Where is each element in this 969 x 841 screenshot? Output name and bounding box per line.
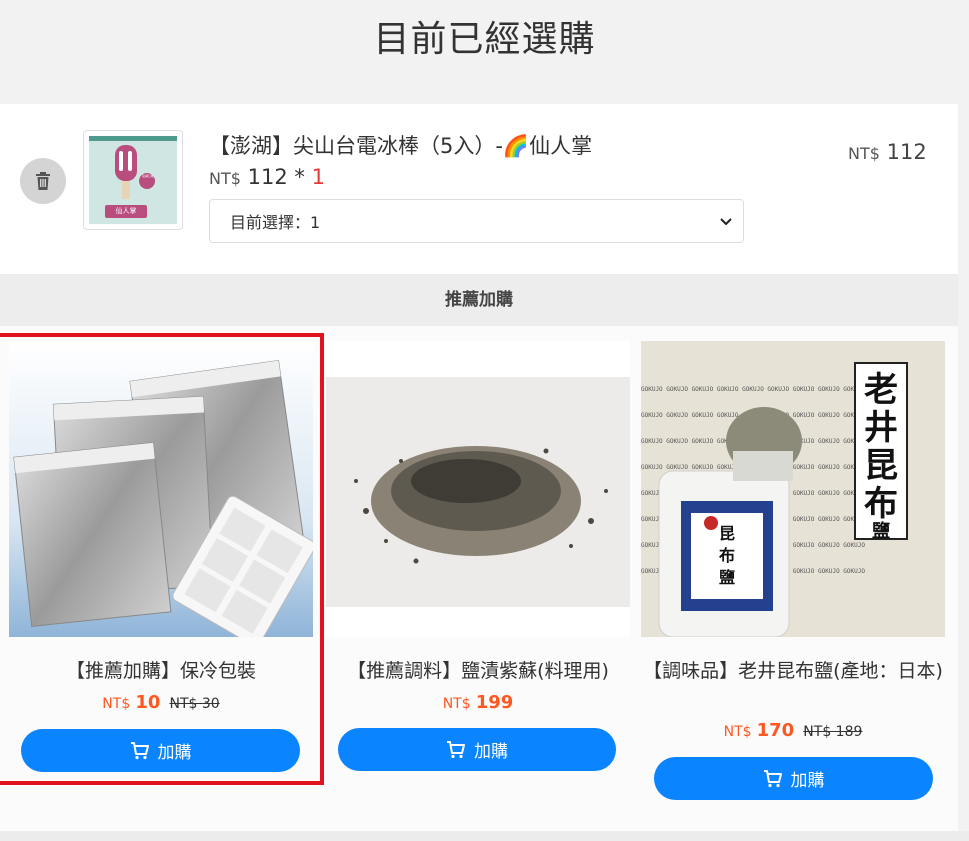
price-value: 170 bbox=[756, 720, 795, 741]
page-title: 目前已經選購 bbox=[373, 19, 596, 60]
price-value: 199 bbox=[475, 692, 514, 713]
svg-text:井: 井 bbox=[864, 408, 898, 448]
add-to-cart-label: 加購 bbox=[790, 771, 825, 791]
thumb-badge: 澎湖口味 bbox=[141, 174, 154, 178]
thumb-label: 仙人掌 bbox=[105, 205, 147, 218]
svg-text:布: 布 bbox=[719, 546, 735, 565]
price-currency: NT$ bbox=[102, 696, 131, 712]
total-currency: NT$ bbox=[848, 144, 880, 163]
original-price: NT$ 189 bbox=[803, 724, 863, 740]
svg-text:昆: 昆 bbox=[864, 446, 898, 486]
svg-text:鹽: 鹽 bbox=[872, 520, 890, 542]
unit-price: 112 bbox=[247, 165, 288, 189]
svg-text:鹽: 鹽 bbox=[719, 568, 735, 587]
product-price: NT$ 199 bbox=[326, 692, 630, 713]
add-to-cart-button[interactable]: 加購 bbox=[21, 729, 300, 772]
product-image[interactable] bbox=[326, 341, 630, 637]
add-to-cart-label: 加購 bbox=[474, 742, 508, 762]
svg-text:昆: 昆 bbox=[719, 524, 735, 543]
add-to-cart-button[interactable]: 加購 bbox=[338, 728, 616, 771]
product-image[interactable]: GOKUJO GOKUJO GOKUJO GOKUJO GOKUJO GOKUJ… bbox=[641, 341, 945, 637]
trash-icon bbox=[36, 172, 50, 190]
product-price: NT$ 170 NT$ 189 bbox=[641, 720, 945, 741]
quantity-select-value: 目前選擇：1 bbox=[230, 213, 321, 232]
price-currency: NT$ bbox=[442, 696, 471, 712]
cart-item-price-line: NT$ 112 * 1 bbox=[209, 165, 325, 189]
recommend-header: 推薦加購 bbox=[0, 274, 958, 326]
cart-item-thumbnail[interactable]: 仙人掌 澎湖口味 bbox=[83, 130, 183, 230]
delete-button[interactable] bbox=[20, 158, 66, 204]
quantity-select[interactable]: 目前選擇：1 bbox=[209, 199, 744, 243]
add-to-cart-button[interactable]: 加購 bbox=[654, 757, 933, 800]
cart-item-total: NT$ 112 bbox=[848, 140, 927, 164]
chevron-down-icon bbox=[720, 218, 732, 226]
price-value: 10 bbox=[135, 692, 161, 713]
times-sign: * bbox=[287, 165, 312, 189]
popsicle-image: 仙人掌 澎湖口味 bbox=[89, 136, 177, 224]
total-value: 112 bbox=[886, 140, 927, 164]
add-to-cart-label: 加購 bbox=[157, 743, 192, 763]
product-name[interactable]: 【調味品】老井昆布鹽(產地：日本) bbox=[641, 657, 945, 685]
svg-text:老: 老 bbox=[864, 370, 898, 410]
original-price: NT$ 30 bbox=[169, 696, 220, 712]
price-currency: NT$ bbox=[723, 724, 752, 740]
cart-item-name[interactable]: 【澎湖】尖山台電冰棒（5入）-🌈仙人掌 bbox=[209, 130, 592, 160]
svg-text:GOKUJO GOKUJO GOKUJO GOKUJO GO: GOKUJO GOKUJO GOKUJO GOKUJO GOKUJO GOKUJ… bbox=[641, 386, 865, 393]
bottom-divider bbox=[0, 831, 969, 841]
quantity-value: 1 bbox=[311, 165, 325, 189]
product-name[interactable]: 【推薦調料】鹽漬紫蘇(料理用) bbox=[326, 657, 630, 685]
product-image[interactable] bbox=[9, 341, 313, 637]
cart-icon bbox=[763, 769, 782, 787]
product-price: NT$ 10 NT$ 30 bbox=[9, 692, 313, 713]
product-name[interactable]: 【推薦加購】保冷包裝 bbox=[9, 657, 313, 685]
currency-label: NT$ bbox=[209, 169, 241, 188]
cart-icon bbox=[130, 741, 149, 759]
cart-icon bbox=[447, 740, 465, 758]
svg-text:布: 布 bbox=[864, 484, 898, 524]
